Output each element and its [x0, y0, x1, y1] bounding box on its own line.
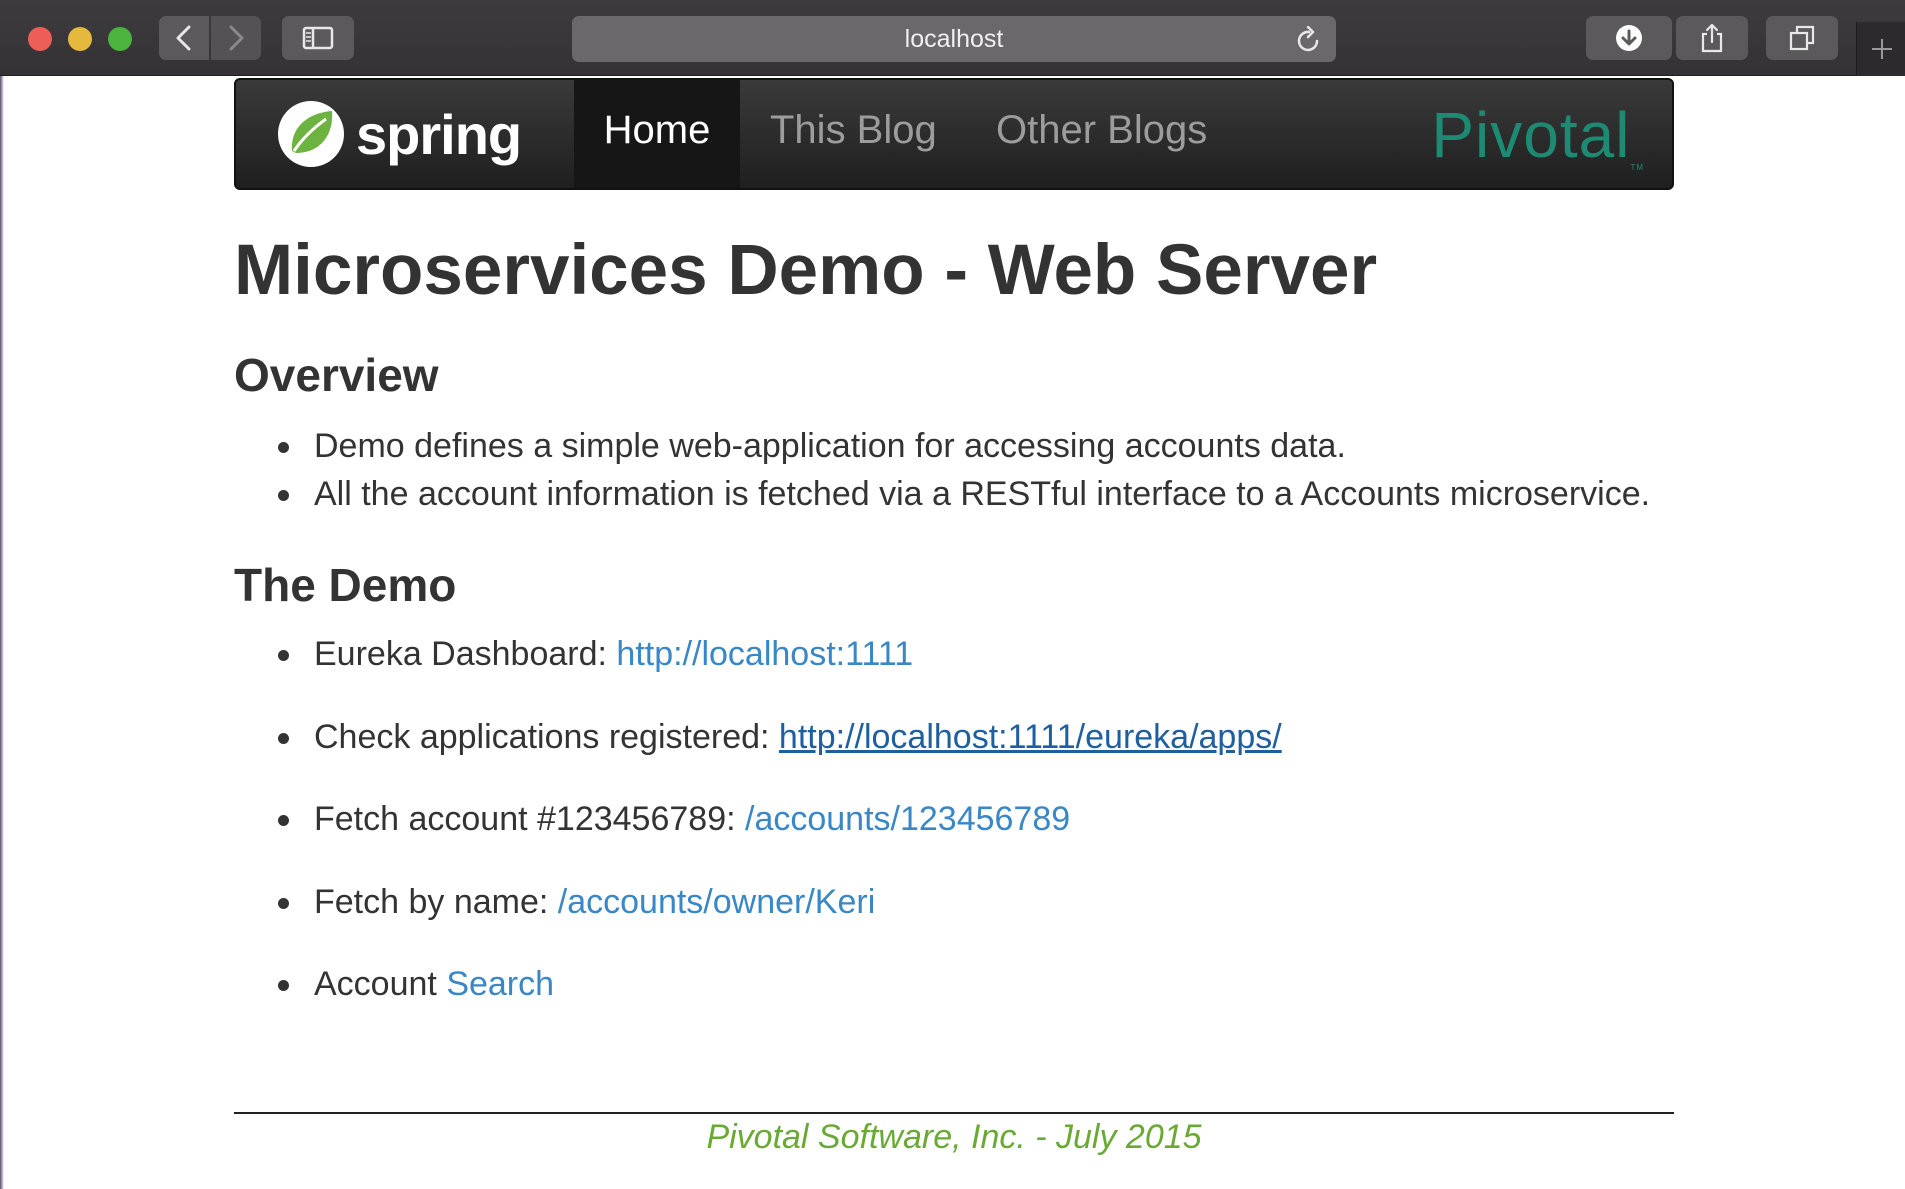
- fetch-by-name-link[interactable]: /accounts/owner/Keri: [558, 883, 876, 921]
- tabs-icon: [1789, 25, 1815, 51]
- demo-item-fetch-by-name: Fetch by name: /accounts/owner/Keri: [278, 878, 1282, 961]
- demo-item-label: Check applications registered:: [314, 717, 779, 756]
- overview-list: Demo defines a simple web-application fo…: [278, 422, 1650, 518]
- downloads-button[interactable]: [1586, 16, 1672, 60]
- demo-item-label: Eureka Dashboard:: [314, 635, 617, 673]
- address-bar[interactable]: localhost: [572, 16, 1336, 62]
- overview-item: All the account information is fetched v…: [278, 470, 1650, 518]
- demo-list: Eureka Dashboard: http://localhost:1111 …: [278, 630, 1282, 1043]
- sidebar-button[interactable]: [282, 16, 354, 60]
- url-text: localhost: [904, 25, 1004, 53]
- site-navbar: spring Home This Blog Other Blogs Pivota…: [234, 78, 1674, 190]
- pivotal-logo-text: Pivotal: [1431, 99, 1631, 171]
- account-search-link[interactable]: Search: [446, 965, 554, 1003]
- nav-home[interactable]: Home: [574, 80, 740, 188]
- eureka-apps-link[interactable]: http://localhost:1111/eureka/apps/: [779, 718, 1282, 756]
- back-button[interactable]: [159, 16, 209, 60]
- sidebar-icon: [302, 26, 334, 50]
- download-icon: [1616, 25, 1642, 51]
- browser-toolbar: localhost: [0, 0, 1905, 76]
- pivotal-logo[interactable]: PivotalTM: [1431, 98, 1644, 172]
- demo-item-search: Account Search: [278, 960, 1282, 1043]
- pivotal-tm: TM: [1630, 163, 1644, 172]
- demo-item-label: Account: [314, 965, 447, 1003]
- new-tab-button[interactable]: [1856, 22, 1905, 76]
- minimize-window-button[interactable]: [68, 27, 92, 51]
- demo-item-label: Fetch account #123456789:: [314, 800, 745, 838]
- overview-heading: Overview: [234, 349, 439, 401]
- spring-logo[interactable]: spring: [276, 96, 522, 172]
- window-edge: [0, 76, 4, 1189]
- spring-leaf-icon: [278, 101, 344, 167]
- demo-item-apps: Check applications registered: http://lo…: [278, 713, 1282, 796]
- footer-text: Pivotal Software, Inc. - July 2015: [706, 1118, 1202, 1156]
- demo-item-fetch-account: Fetch account #123456789: /accounts/1234…: [278, 795, 1282, 878]
- show-tabs-button[interactable]: [1766, 16, 1838, 60]
- demo-item-eureka: Eureka Dashboard: http://localhost:1111: [278, 630, 1282, 713]
- reload-icon[interactable]: [1296, 26, 1322, 54]
- spring-brand-text: spring: [356, 102, 522, 166]
- overview-item: Demo defines a simple web-application fo…: [278, 422, 1650, 470]
- share-icon: [1701, 23, 1723, 53]
- eureka-dashboard-link[interactable]: http://localhost:1111: [616, 635, 913, 673]
- demo-item-label: Fetch by name:: [314, 882, 558, 921]
- nav-other-blogs[interactable]: Other Blogs: [996, 80, 1207, 188]
- forward-button[interactable]: [211, 16, 261, 60]
- plus-icon: [1871, 39, 1892, 59]
- footer-divider: [234, 1112, 1674, 1114]
- page-title: Microservices Demo - Web Server: [234, 231, 1378, 310]
- share-button[interactable]: [1676, 16, 1748, 60]
- chevron-left-icon: [176, 25, 191, 51]
- zoom-window-button[interactable]: [108, 27, 132, 51]
- demo-heading: The Demo: [234, 559, 457, 611]
- close-window-button[interactable]: [28, 27, 52, 51]
- fetch-account-link[interactable]: /accounts/123456789: [745, 800, 1070, 838]
- chevron-right-icon: [229, 25, 244, 51]
- nav-this-blog[interactable]: This Blog: [770, 80, 937, 188]
